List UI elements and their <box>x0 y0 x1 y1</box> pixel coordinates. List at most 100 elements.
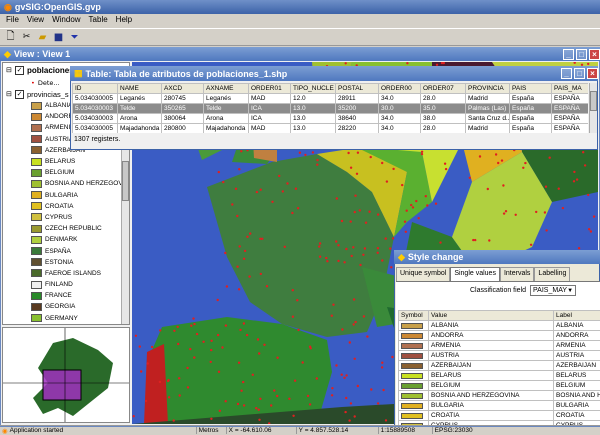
style-label[interactable]: BOSNIA AND HERZ <box>553 390 600 401</box>
layer-checkbox[interactable]: ✓ <box>15 65 24 75</box>
table-cell[interactable]: 35.0 <box>420 103 466 114</box>
style-row[interactable]: ALBANIA ALBANIA <box>398 320 600 331</box>
table-cell[interactable]: Madrid <box>465 93 510 104</box>
style-row[interactable]: BELGIUM BELGIUM <box>398 380 600 391</box>
table-cell[interactable]: 28911 <box>335 93 379 104</box>
column-header[interactable]: PROVINCIA <box>465 83 510 94</box>
classification-select[interactable]: PAIS_MAY ▼ <box>530 285 577 296</box>
table-cell[interactable]: 34.0 <box>378 113 421 124</box>
toc-legend-item[interactable]: CYPRUS <box>31 212 129 223</box>
filter-icon[interactable]: ⏷ <box>68 31 81 44</box>
style-label[interactable]: AZERBAIJAN <box>553 360 600 371</box>
symbol-swatch[interactable] <box>398 400 429 411</box>
scrollbar-thumb[interactable] <box>590 91 597 111</box>
toc-legend-item[interactable]: BOSNIA AND HERZEGOVINA <box>31 178 129 189</box>
style-label[interactable]: ARMENIA <box>553 340 600 351</box>
table-cell[interactable]: 35200 <box>335 103 379 114</box>
column-header[interactable]: ORDER07 <box>420 83 466 94</box>
table-cell[interactable]: 34.0 <box>378 123 421 133</box>
toc-legend-item[interactable]: CZECH REPUBLIC <box>31 223 129 234</box>
toc-legend-item[interactable]: BELGIUM <box>31 167 129 178</box>
table-maximize-button[interactable]: □ <box>574 68 585 79</box>
column-header[interactable]: AXNAME <box>203 83 249 94</box>
symbol-swatch[interactable] <box>398 320 429 331</box>
table-cell[interactable]: 28.0 <box>420 93 466 104</box>
style-label[interactable]: ALBANIA <box>553 320 600 331</box>
toc-legend-item[interactable]: ESTONIA <box>31 257 129 268</box>
save-icon[interactable]: ■ <box>52 31 65 44</box>
table-cell[interactable]: 28.0 <box>420 123 466 133</box>
symbol-swatch[interactable] <box>398 350 429 361</box>
table-cell[interactable]: MAD <box>248 93 291 104</box>
style-row[interactable]: BOSNIA AND HERZEGOVINABOSNIA AND HERZ <box>398 390 600 401</box>
table-cell[interactable]: ESPAÑA <box>551 113 588 124</box>
tools-icon[interactable]: ✂ <box>20 31 33 44</box>
style-label[interactable]: BULGARIA <box>553 400 600 411</box>
table-cell[interactable]: MAD <box>248 123 291 133</box>
table-minimize-button[interactable]: _ <box>561 68 572 79</box>
table-cell[interactable]: 5.034030003 <box>72 113 118 124</box>
column-header[interactable]: PAIS_MA <box>551 83 588 94</box>
style-row[interactable]: ARMENIA ARMENIA <box>398 340 600 351</box>
table-cell[interactable]: 28220 <box>335 123 379 133</box>
toc-legend-item[interactable]: FINLAND <box>31 279 129 290</box>
locator-map[interactable] <box>2 327 130 423</box>
column-header-label[interactable]: Label <box>553 310 600 321</box>
column-header[interactable]: POSTAL <box>335 83 379 94</box>
table-scrollbar[interactable] <box>589 83 597 133</box>
style-label[interactable]: AUSTRIA <box>553 350 600 361</box>
symbol-swatch[interactable] <box>398 390 429 401</box>
table-row[interactable]: 5.034030003 Telde 350265 Telde ICA 13.0 35200 3… <box>72 103 588 114</box>
style-row[interactable]: BULGARIA BULGARIA <box>398 400 600 411</box>
tab-single-values[interactable]: Single values <box>450 267 500 281</box>
table-cell[interactable]: Arona <box>203 113 249 124</box>
table-cell[interactable]: 380064 <box>161 113 204 124</box>
table-cell[interactable]: 38640 <box>335 113 379 124</box>
toc-legend-item[interactable]: DENMARK <box>31 234 129 245</box>
collapse-icon[interactable]: ⊟ <box>6 90 15 98</box>
table-cell[interactable]: Arona <box>117 113 162 124</box>
style-label[interactable]: BELGIUM <box>553 380 600 391</box>
view-maximize-button[interactable]: □ <box>576 48 587 60</box>
toc-legend-item[interactable]: CROATIA <box>31 201 129 212</box>
tab-labelling[interactable]: Labelling <box>534 267 571 281</box>
table-row[interactable]: 5.034030005 Leganés 280745 Leganés MAD 12.0 28… <box>72 93 588 104</box>
column-header-symbol[interactable]: Symbol <box>398 310 429 321</box>
table-cell[interactable]: 5.034030005 <box>72 123 118 133</box>
style-label[interactable]: ANDORRA <box>553 330 600 341</box>
table-cell[interactable]: 350265 <box>161 103 204 114</box>
table-cell[interactable]: Madrid <box>465 123 510 133</box>
table-row[interactable]: 5.034030005 Majadahonda 280800 Majadahonda M… <box>72 123 588 133</box>
table-cell[interactable]: Santa Cruz d... <box>465 113 510 124</box>
menu-view[interactable]: View <box>23 14 48 27</box>
symbol-swatch[interactable] <box>398 330 429 341</box>
table-cell[interactable]: Telde <box>203 103 249 114</box>
table-cell[interactable]: 5.034030003 <box>72 103 118 114</box>
table-cell[interactable]: España <box>509 123 552 133</box>
collapse-icon[interactable]: ⊟ <box>6 66 15 74</box>
toc-legend-item[interactable]: BELARUS <box>31 156 129 167</box>
symbol-swatch[interactable] <box>398 340 429 351</box>
table-cell[interactable]: ICA <box>248 113 291 124</box>
menu-table[interactable]: Table <box>85 14 112 27</box>
layer-checkbox[interactable]: ✓ <box>15 89 24 99</box>
view-minimize-button[interactable]: _ <box>563 48 574 60</box>
toc-legend-item[interactable]: GERMANY <box>31 313 129 324</box>
table-cell[interactable]: 13.0 <box>290 103 336 114</box>
symbol-swatch[interactable] <box>398 380 429 391</box>
symbol-swatch[interactable] <box>398 360 429 371</box>
table-cell[interactable]: 38.0 <box>420 113 466 124</box>
table-close-button[interactable]: × <box>587 68 598 79</box>
table-cell[interactable]: Leganés <box>117 93 162 104</box>
column-header[interactable]: ORDER00 <box>378 83 421 94</box>
menu-window[interactable]: Window <box>48 14 84 27</box>
table-cell[interactable]: Palmas (Las) <box>465 103 510 114</box>
symbol-swatch[interactable] <box>398 410 429 421</box>
toc-legend-item[interactable]: GEORGIA <box>31 301 129 312</box>
column-header[interactable]: ORDER01 <box>248 83 291 94</box>
style-row[interactable]: AZERBAIJAN AZERBAIJAN <box>398 360 600 371</box>
style-row[interactable]: AUSTRIA AUSTRIA <box>398 350 600 361</box>
table-cell[interactable]: España <box>509 103 552 114</box>
table-cell[interactable]: España <box>509 113 552 124</box>
table-cell[interactable]: ESPAÑA <box>551 93 588 104</box>
